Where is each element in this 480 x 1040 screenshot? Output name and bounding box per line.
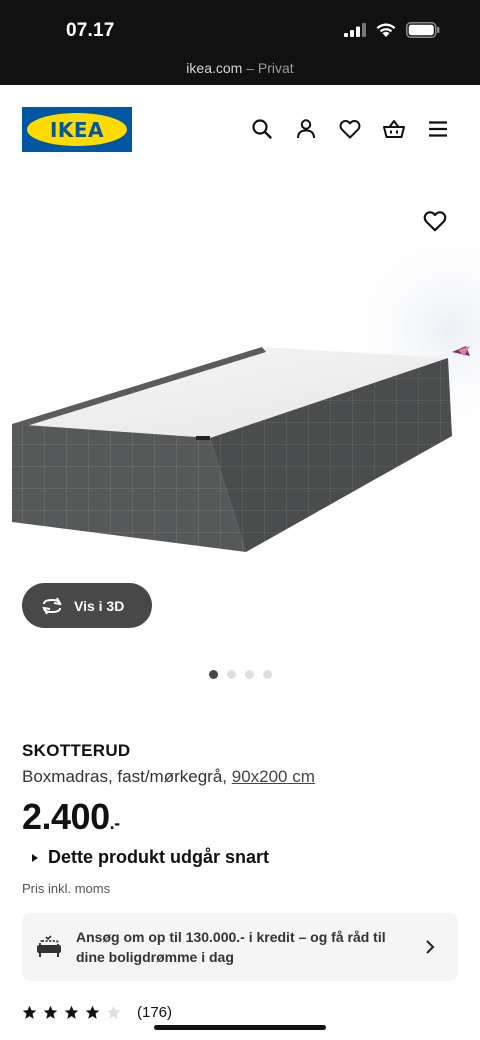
wifi-icon	[376, 23, 396, 37]
site-header: IKEA	[0, 85, 480, 175]
star-filled-icon	[43, 1005, 58, 1019]
product-description: Boxmadras, fast/mørkegrå, 90x200 cm	[22, 767, 315, 787]
account-icon[interactable]	[294, 117, 318, 141]
product-name: SKOTTERUD	[22, 741, 131, 760]
price-value: 2.400	[22, 796, 110, 837]
expiring-notice[interactable]: Dette produkt udgår snart	[32, 847, 269, 868]
browser-url[interactable]: ikea.com – Privat	[0, 60, 480, 76]
expiring-notice-text: Dette produkt udgår snart	[48, 847, 270, 867]
add-to-favourites-icon[interactable]	[422, 208, 448, 234]
star-filled-icon	[64, 1005, 79, 1019]
chevron-right-icon	[426, 940, 435, 954]
vat-note: Pris inkl. moms	[22, 881, 111, 896]
star-filled-icon	[85, 1005, 100, 1019]
star-empty-icon	[106, 1005, 121, 1019]
status-bar: 07.17 ikea.com – Privat	[0, 0, 480, 85]
gallery-dot-2[interactable]	[226, 670, 236, 679]
view-in-3d-button[interactable]: Vis i 3D	[22, 583, 152, 628]
rotate-3d-icon	[42, 597, 62, 614]
status-time: 07.17	[66, 20, 115, 41]
private-mode-label: Privat	[257, 60, 294, 76]
gallery-dot-4[interactable]	[262, 670, 272, 679]
product-price: 2.400.-	[22, 796, 120, 838]
menu-icon[interactable]	[426, 117, 450, 141]
gallery-dots	[0, 670, 480, 679]
caret-right-icon	[32, 853, 38, 862]
product-image[interactable]	[0, 180, 480, 600]
view-in-3d-label: Vis i 3D	[74, 597, 125, 614]
header-icons	[250, 117, 450, 141]
signal-icon	[344, 23, 366, 37]
url-separator: –	[242, 60, 258, 76]
logo-oval: IKEA	[27, 113, 127, 146]
rating-count: (176)	[137, 1004, 173, 1021]
product-type: Boxmadras, fast/mørkegrå,	[22, 767, 232, 786]
size-link[interactable]: 90x200 cm	[232, 767, 315, 786]
price-suffix: .-	[109, 813, 121, 833]
sofa-credit-icon	[37, 935, 61, 957]
battery-icon	[406, 22, 440, 38]
product-rating[interactable]: (176)	[22, 1004, 172, 1021]
search-icon[interactable]	[250, 117, 274, 141]
gallery-dot-3[interactable]	[244, 670, 254, 679]
credit-banner-text: Ansøg om op til 130.000.- i kredit – og …	[76, 929, 386, 965]
basket-icon[interactable]	[382, 117, 406, 141]
url-domain: ikea.com	[186, 60, 243, 76]
star-filled-icon	[22, 1005, 37, 1019]
status-icons	[344, 22, 440, 38]
gallery-dot-1[interactable]	[208, 670, 218, 679]
credit-banner[interactable]: Ansøg om op til 130.000.- i kredit – og …	[22, 913, 458, 981]
logo-text: IKEA	[49, 117, 105, 142]
ikea-logo[interactable]: IKEA	[22, 107, 132, 152]
favourites-icon[interactable]	[338, 117, 362, 141]
home-indicator[interactable]	[154, 1025, 326, 1030]
